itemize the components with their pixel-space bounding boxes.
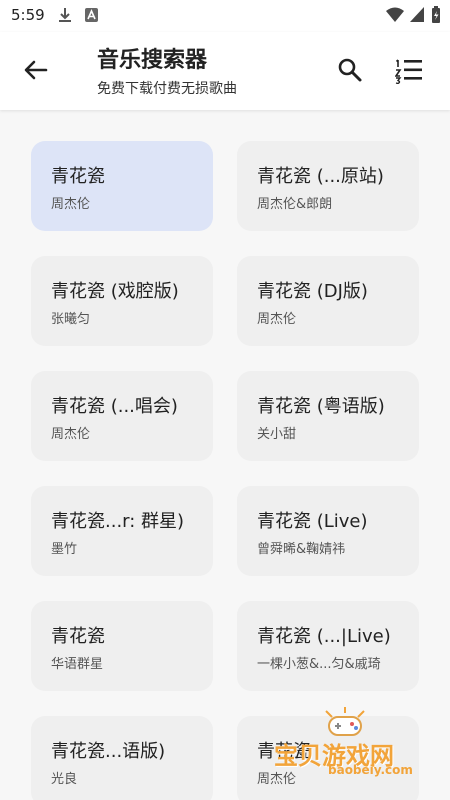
- song-artist: 周杰伦: [51, 427, 91, 442]
- song-title: 青花瓷...r: 群星): [51, 511, 185, 532]
- signal-icon: [409, 6, 425, 28]
- sort-list-button[interactable]: [394, 56, 423, 85]
- battery-icon: [431, 6, 441, 28]
- song-title: 青花瓷 (戏腔版): [51, 281, 179, 302]
- song-card[interactable]: 青花瓷...r: 群星) 墨竹: [31, 486, 213, 576]
- song-artist: 华语群星: [51, 657, 104, 672]
- status-time: 5:59: [11, 6, 45, 24]
- song-card[interactable]: 青花瓷...语版) 光良: [31, 716, 213, 800]
- song-card[interactable]: 青花瓷 华语群星: [31, 601, 213, 691]
- search-icon: [338, 58, 362, 82]
- song-card[interactable]: 青花瓷 (戏腔版) 张曦匀: [31, 256, 213, 346]
- song-artist: 墨竹: [51, 542, 78, 557]
- search-button[interactable]: [336, 56, 364, 84]
- song-title: 青花瓷 (Live): [257, 511, 368, 532]
- song-artist: 关小甜: [257, 427, 297, 442]
- page-subtitle: 免费下载付费无损歌曲: [97, 81, 237, 97]
- song-artist: 光良: [51, 772, 78, 787]
- song-artist: 张曦匀: [51, 312, 91, 327]
- song-title: 青花瓷 (DJ版): [257, 281, 368, 302]
- song-card[interactable]: 青花瓷 (...|Live) 一棵小葱&...匀&戚琦: [237, 601, 419, 691]
- song-artist: 周杰伦: [51, 197, 91, 212]
- song-artist: 一棵小葱&...匀&戚琦: [257, 657, 381, 672]
- arrow-left-icon: [24, 60, 48, 80]
- page-title: 音乐搜索器: [97, 48, 208, 73]
- song-card[interactable]: 青花瓷 (粤语版) 关小甜: [237, 371, 419, 461]
- watermark-url: baobeiy.com: [328, 763, 413, 777]
- song-title: 青花瓷: [51, 166, 105, 187]
- song-title: 青花瓷 (...|Live): [257, 626, 391, 647]
- song-artist: 曾舜晞&鞠婧祎: [257, 542, 346, 557]
- back-button[interactable]: [22, 58, 50, 82]
- app-bar: 音乐搜索器 免费下载付费无损歌曲: [0, 32, 450, 110]
- song-card[interactable]: 青花瓷 (DJ版) 周杰伦: [237, 256, 419, 346]
- song-card[interactable]: 青花瓷 (...原站) 周杰伦&郎朗: [237, 141, 419, 231]
- song-card[interactable]: 青花瓷 (Live) 曾舜晞&鞠婧祎: [237, 486, 419, 576]
- status-bar: 5:59: [0, 0, 450, 32]
- wifi-icon: [385, 6, 405, 28]
- song-artist: 周杰伦: [257, 312, 297, 327]
- song-artist: 周杰伦&郎朗: [257, 197, 333, 212]
- song-title: 青花瓷 (...唱会): [51, 396, 178, 417]
- song-card[interactable]: 青花瓷 (...唱会) 周杰伦: [31, 371, 213, 461]
- song-card[interactable]: 青花瓷 周杰伦: [31, 141, 213, 231]
- watermark: 宝贝游戏网 baobeiy.com: [272, 705, 448, 785]
- song-title: 青花瓷 (粤语版): [257, 396, 385, 417]
- app-notification-icon: [84, 6, 100, 28]
- download-icon: [56, 6, 74, 28]
- song-title: 青花瓷: [51, 626, 105, 647]
- sort-list-icon: [394, 59, 422, 85]
- song-title: 青花瓷 (...原站): [257, 166, 384, 187]
- song-title: 青花瓷...语版): [51, 741, 166, 762]
- screen: 5:59 音乐搜索器 免费下载付费无损歌曲 青花瓷 周杰伦 青花瓷 (...原站…: [0, 0, 450, 800]
